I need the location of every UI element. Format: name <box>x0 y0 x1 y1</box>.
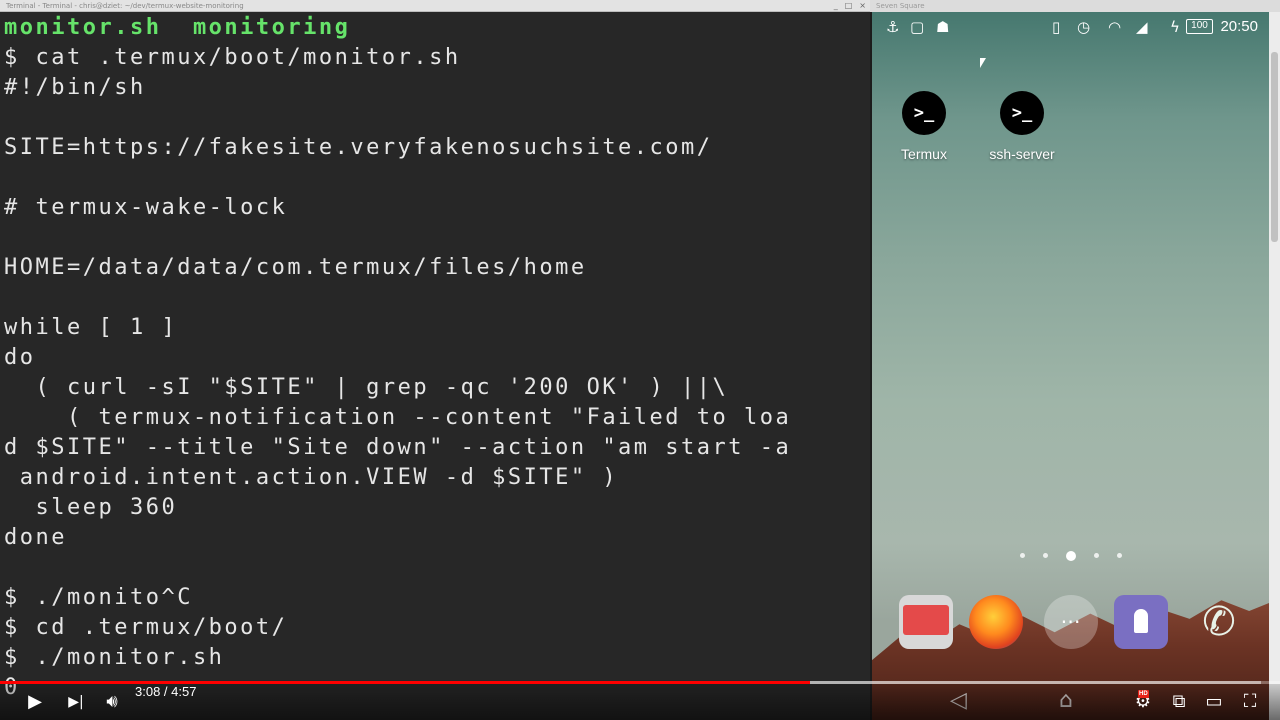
charging-icon: ϟ <box>1170 18 1180 36</box>
termux-app-label: Termux <box>901 146 947 162</box>
terminal-line: $ ./monito^C <box>4 585 193 610</box>
minimize-icon[interactable]: _ <box>834 0 838 12</box>
vibrate-icon: ▯ <box>1052 18 1061 36</box>
page-dot <box>1019 553 1025 558</box>
terminal-line: $ cat .termux/boot/monitor.sh <box>4 45 461 70</box>
terminal-line: ( termux-notification --content "Failed … <box>4 405 792 430</box>
screenshot-icon: ▢ <box>910 18 925 36</box>
firefox-icon[interactable] <box>969 595 1023 649</box>
terminal-line: $ ./monitor.sh <box>4 645 225 670</box>
status-time: 20:50 <box>1220 18 1258 35</box>
battery-icon: 100 <box>1186 19 1213 34</box>
terminal-line: # termux-wake-lock <box>4 195 288 220</box>
terminal-line: ( curl -sI "$SITE" | grep -qc '200 OK' )… <box>4 375 729 400</box>
close-icon[interactable]: × <box>859 0 866 12</box>
lock-app-icon[interactable] <box>1114 595 1168 649</box>
signal-icon: ◢ <box>1136 18 1148 36</box>
terminal-line: do <box>4 345 36 370</box>
ssh-server-app-label: ssh-server <box>989 146 1055 162</box>
terminal-line: d $SITE" --title "Site down" --action "a… <box>4 435 792 460</box>
terminal-line: monitor.sh monitoring <box>4 15 351 40</box>
page-dot <box>1065 550 1076 561</box>
terminal-line: done <box>4 525 67 550</box>
mail-app-icon[interactable] <box>899 595 953 649</box>
scrollbar-thumb[interactable] <box>1271 52 1278 242</box>
wifi-icon: ◠ <box>1108 18 1122 36</box>
terminal-line: #!/bin/sh <box>4 75 146 100</box>
terminal-window-title: Terminal - Terminal - chris@dziet: ~/dev… <box>6 2 244 10</box>
app-drawer-icon[interactable]: ⋯ <box>1044 595 1098 649</box>
theater-mode-icon[interactable]: ▭ <box>1201 684 1227 720</box>
terminal-line: while [ 1 ] <box>4 315 178 340</box>
termux-app[interactable]: >_ Termux <box>884 91 964 162</box>
next-icon[interactable]: ▶| <box>64 684 88 720</box>
alarm-icon: ◷ <box>1077 18 1091 36</box>
android-debug-icon: ☗ <box>936 18 950 36</box>
phone-scrollbar[interactable] <box>1269 12 1280 720</box>
ssh-server-app[interactable]: >_ ssh-server <box>982 91 1062 162</box>
usb-icon: ⚓ <box>886 18 900 36</box>
player-controls: ▶ ▶| 🔊︎ 3:08 / 4:57 ⚙ HD ⧉ ▭ ⛶ <box>0 684 1280 720</box>
terminal-title-bar[interactable]: Terminal - Terminal - chris@dziet: ~/dev… <box>0 0 870 12</box>
terminal-output[interactable]: monitor.sh monitoring $ cat .termux/boot/… <box>0 12 870 720</box>
page-indicator <box>872 545 1269 561</box>
terminal-line: SITE=https://fakesite.veryfakenosuchsite… <box>4 135 713 160</box>
terminal-line: android.intent.action.VIEW -d $SITE" ) <box>4 465 619 490</box>
terminal-line: HOME=/data/data/com.termux/files/home <box>4 255 587 280</box>
time-display: 3:08 / 4:57 <box>135 684 197 699</box>
phone-app-icon[interactable]: ✆ <box>1194 595 1244 649</box>
mouse-pointer-icon <box>979 57 987 69</box>
terminal-line: $ cd .termux/boot/ <box>4 615 288 640</box>
settings-icon[interactable]: ⚙ HD <box>1130 684 1156 720</box>
miniplayer-icon[interactable]: ⧉ <box>1166 684 1192 720</box>
phone-window-title-bar[interactable]: Seven Square <box>870 0 1280 12</box>
volume-icon[interactable]: 🔊︎ <box>100 684 124 720</box>
fullscreen-icon[interactable]: ⛶ <box>1237 684 1263 720</box>
ssh-server-icon: >_ <box>1000 91 1044 135</box>
android-screen[interactable]: ⚓ ▢ ☗ ▯ ◷ ◠ ◢ ϟ 100 20:50 >_ Termux >_ s… <box>872 12 1269 720</box>
status-bar: ⚓ ▢ ☗ ▯ ◷ ◠ ◢ ϟ 100 20:50 <box>872 12 1269 42</box>
page-dot <box>1042 553 1048 558</box>
play-icon[interactable]: ▶ <box>22 684 48 720</box>
page-dot <box>1093 553 1099 558</box>
hd-badge: HD <box>1138 690 1149 698</box>
page-dot <box>1116 553 1122 558</box>
termux-icon: >_ <box>902 91 946 135</box>
maximize-icon[interactable]: □ <box>845 0 853 12</box>
phone-window-title: Seven Square <box>876 2 925 10</box>
terminal-line: sleep 360 <box>4 495 178 520</box>
